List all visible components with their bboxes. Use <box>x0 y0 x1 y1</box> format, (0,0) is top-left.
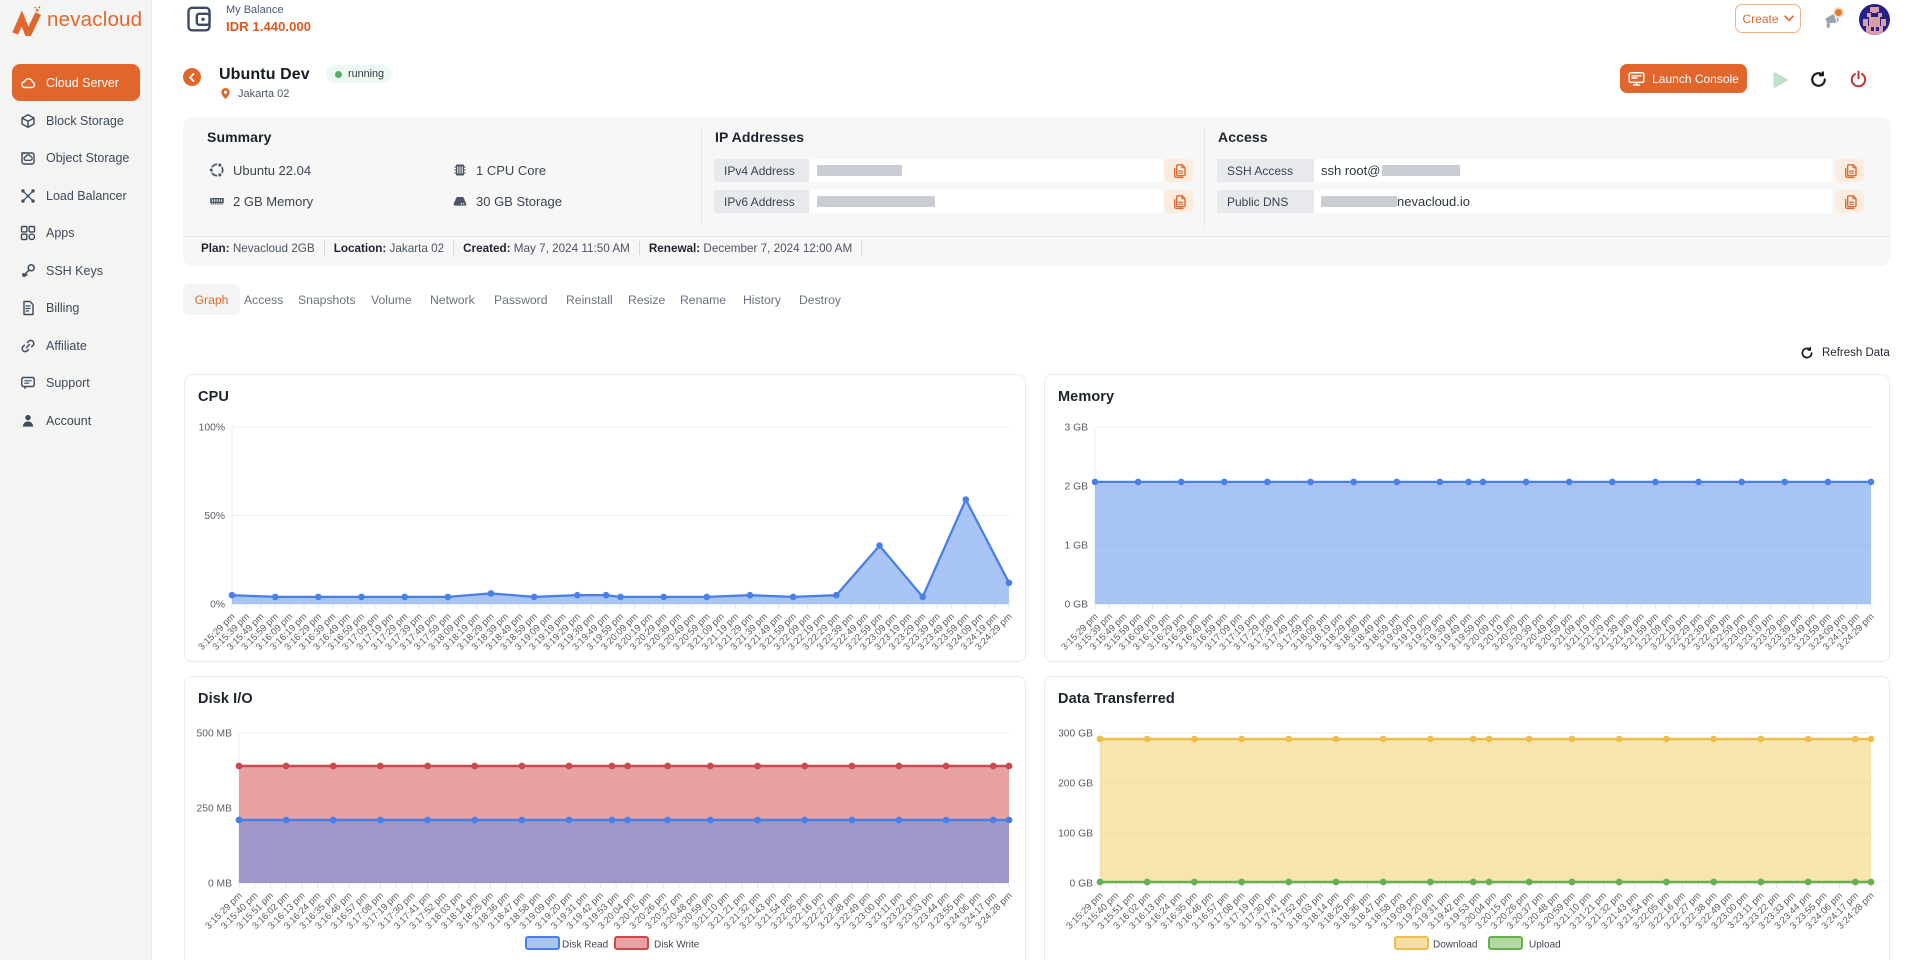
svg-text:50%: 50% <box>204 511 225 522</box>
svg-text:2 GB: 2 GB <box>1065 482 1089 493</box>
svg-text:Disk Write: Disk Write <box>654 940 700 951</box>
svg-text:3 GB: 3 GB <box>1065 423 1089 434</box>
svg-text:300 GB: 300 GB <box>1058 729 1093 740</box>
svg-text:Upload: Upload <box>1529 940 1561 951</box>
svg-text:Disk Read: Disk Read <box>562 940 608 951</box>
svg-text:0 MB: 0 MB <box>208 879 232 890</box>
svg-text:0 GB: 0 GB <box>1065 600 1089 611</box>
svg-text:100%: 100% <box>199 423 225 434</box>
svg-text:1 GB: 1 GB <box>1065 541 1089 552</box>
svg-text:100 GB: 100 GB <box>1058 829 1093 840</box>
svg-text:Download: Download <box>1433 940 1477 951</box>
svg-text:250 MB: 250 MB <box>197 804 233 815</box>
svg-text:0%: 0% <box>210 600 225 611</box>
svg-text:500 MB: 500 MB <box>197 729 233 740</box>
svg-text:0 GB: 0 GB <box>1070 879 1094 890</box>
svg-text:200 GB: 200 GB <box>1058 779 1093 790</box>
